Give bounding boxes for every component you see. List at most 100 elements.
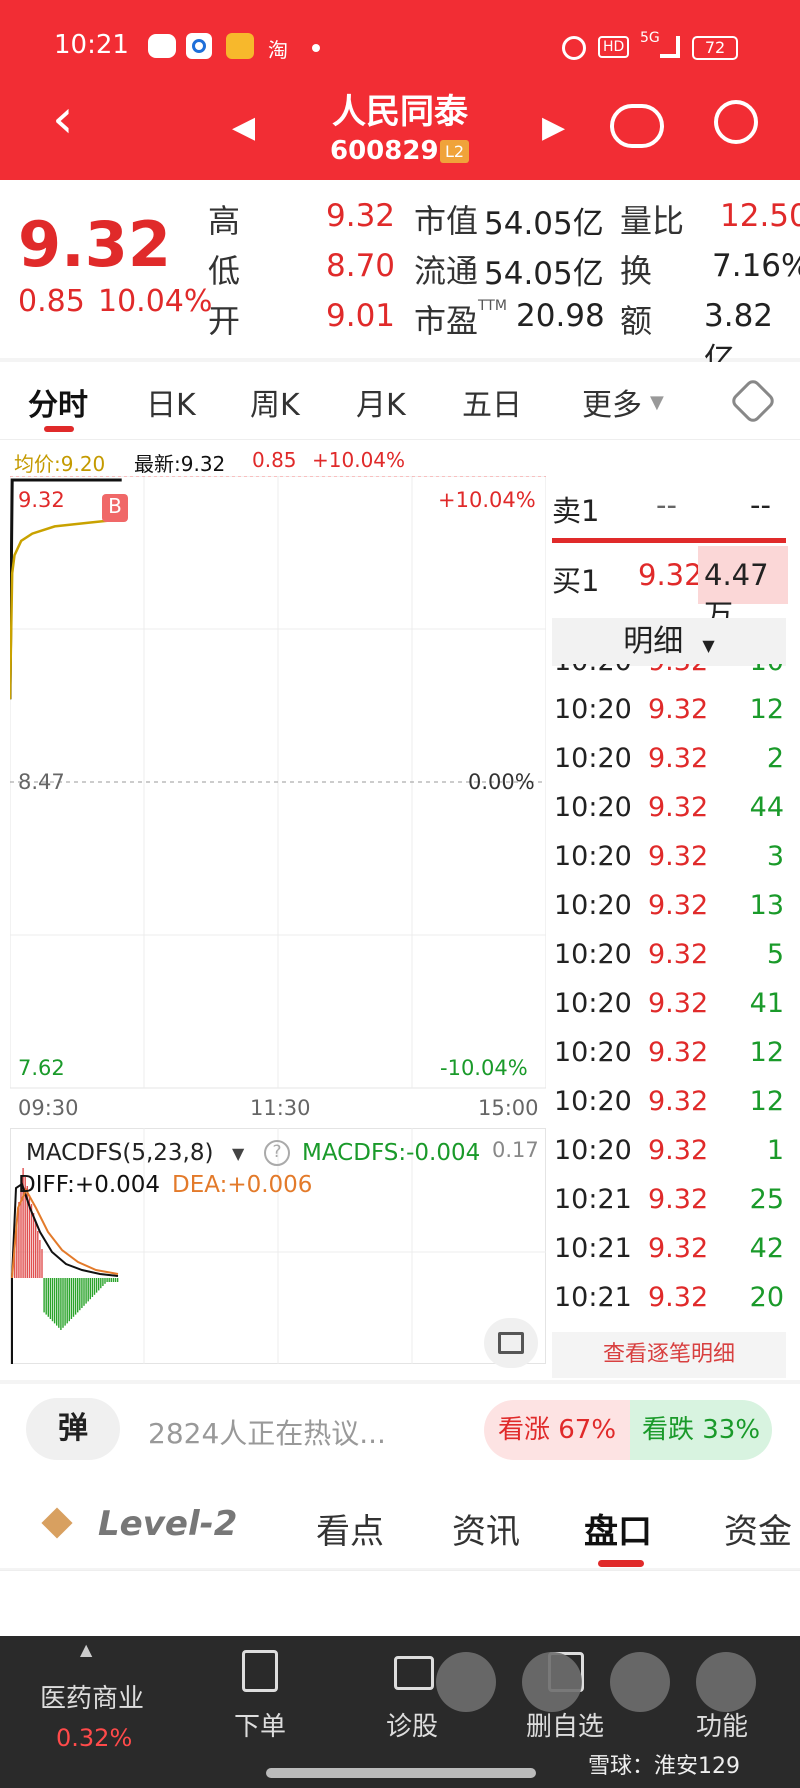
tab-orderbook[interactable]: 盘口: [584, 1504, 652, 1553]
tick-price: 9.32: [648, 1233, 709, 1264]
prev-stock-icon[interactable]: ◀: [232, 110, 255, 145]
chart-area: 均价:9.20 最新:9.32 0.85 +10.04% 9.32 B +10.…: [0, 440, 800, 1380]
price-axis-bottom: 7.62: [18, 1056, 65, 1080]
expand-icon[interactable]: [484, 1318, 538, 1368]
tick-price: 9.32: [648, 1037, 709, 1068]
bullish-label: 看涨 67%: [497, 1415, 617, 1445]
tab-highlights[interactable]: 看点: [316, 1504, 384, 1553]
back-icon[interactable]: ‹: [52, 92, 74, 146]
float-label: 流通: [414, 252, 479, 290]
tab-daily-k[interactable]: 日K: [146, 380, 196, 424]
robot-icon[interactable]: [610, 104, 664, 148]
chevron-down-icon: ▼: [232, 1144, 245, 1163]
tick-row: 10:20 9.32 1: [554, 1135, 784, 1184]
tab-intraday[interactable]: 分时: [28, 380, 88, 424]
help-icon[interactable]: ?: [264, 1140, 290, 1166]
tick-time: 10:20: [554, 694, 632, 725]
b-marker: B: [102, 494, 128, 522]
translate-icon[interactable]: [436, 1652, 496, 1712]
info-tabs: Level-2 看点 资讯 盘口 资金: [0, 1480, 800, 1568]
next-stock-icon[interactable]: ▶: [542, 110, 565, 145]
avg-price-line: [10, 517, 122, 700]
home-indicator[interactable]: [266, 1768, 536, 1778]
dot-icon: [312, 44, 320, 52]
danmu-button[interactable]: 弹: [26, 1398, 120, 1460]
macd-bar: [112, 1278, 115, 1282]
macd-bar: [98, 1278, 100, 1291]
macd-bar: [49, 1278, 52, 1319]
macd-bar: [66, 1278, 68, 1324]
macd-bar: [81, 1278, 83, 1308]
sell1-label: 卖1: [552, 494, 600, 528]
macd-bar: [106, 1278, 108, 1282]
stock-code: 600829: [330, 136, 439, 166]
macd-bar: [41, 1249, 43, 1278]
tab-funds[interactable]: 资金: [724, 1504, 792, 1553]
tab-weekly-k[interactable]: 周K: [250, 380, 300, 424]
tab-monthly-k[interactable]: 月K: [356, 380, 406, 424]
tick-time: 10:21: [554, 1282, 632, 1313]
bullish-button[interactable]: 看涨 67%: [484, 1400, 630, 1460]
more-icon[interactable]: [696, 1652, 756, 1712]
tick-volume: 20: [749, 1282, 784, 1313]
alarm-icon: [562, 36, 586, 60]
price-change: 0.85: [18, 284, 85, 319]
macd-bar: [58, 1278, 60, 1328]
macd-bar: [91, 1278, 94, 1297]
order-button[interactable]: 下单: [234, 1706, 286, 1743]
time-axis-mid: 11:30: [250, 1096, 311, 1120]
tab-news[interactable]: 资讯: [452, 1504, 520, 1553]
macd-bar: [83, 1278, 85, 1306]
mcap-value: 54.05亿: [484, 206, 604, 242]
tab-five-day[interactable]: 五日: [462, 380, 522, 424]
tab-more[interactable]: 更多: [582, 380, 642, 424]
l2-badge: L2: [440, 140, 470, 163]
intraday-chart[interactable]: [10, 476, 546, 1124]
signal-bars-icon: [660, 36, 680, 58]
bottom-tab-indicator: [598, 1560, 644, 1567]
tick-price: 9.32: [648, 1086, 709, 1117]
shop-icon: [226, 33, 254, 59]
tick-time: 10:20: [554, 1037, 632, 1068]
tick-time: 10:20: [554, 1135, 632, 1166]
bearish-button[interactable]: 看跌 33%: [630, 1400, 772, 1460]
diagnose-button[interactable]: 诊股: [386, 1706, 438, 1743]
danmu-label: 弹: [58, 1411, 88, 1446]
watermark: 雪球：淮安129: [588, 1754, 740, 1779]
current-price: 9.32: [18, 208, 171, 281]
tick-time: 10:20: [554, 890, 632, 921]
sector-name[interactable]: 医药商业: [40, 1678, 144, 1715]
signal-icon: 5G: [640, 30, 660, 46]
macd-bar: [93, 1278, 96, 1295]
search-icon[interactable]: [714, 100, 758, 144]
tab-level2[interactable]: Level-2: [98, 1504, 237, 1544]
download-icon[interactable]: [522, 1652, 582, 1712]
tick-row: 10:20 9.32 13: [554, 890, 784, 939]
pe-label: 市盈: [414, 302, 479, 340]
macd-value: MACDFS:-0.004: [302, 1140, 481, 1166]
content-placeholder: [0, 1570, 800, 1636]
macd-bar: [32, 1213, 35, 1278]
macd-bar: [95, 1278, 98, 1293]
time-axis-start: 09:30: [18, 1096, 79, 1120]
detail-toggle[interactable]: 明细 ▼: [552, 618, 786, 666]
settings-icon[interactable]: [728, 376, 778, 426]
grid-menu-icon[interactable]: [610, 1652, 670, 1712]
tick-price: 9.32: [648, 694, 709, 725]
discussion-text[interactable]: 2824人正在热议...: [148, 1412, 386, 1452]
macd-title[interactable]: MACDFS(5,23,8): [26, 1140, 213, 1166]
battery-icon: 72: [692, 36, 738, 60]
tick-price: 9.32: [648, 1135, 709, 1166]
price-axis-mid: 8.47: [18, 770, 65, 794]
chart-change: 0.85: [252, 448, 297, 472]
view-all-ticks-button[interactable]: 查看逐笔明细: [552, 1332, 786, 1378]
remove-watchlist-button[interactable]: 删自选: [526, 1706, 604, 1743]
macd-bar: [68, 1278, 70, 1322]
macd-bar: [85, 1278, 87, 1304]
macd-bar: [116, 1278, 119, 1282]
tick-volume: 41: [749, 988, 784, 1019]
tick-row: 10:20 9.32 10: [554, 664, 784, 690]
tick-price: 9.32: [648, 939, 709, 970]
tick-time: 10:20: [554, 939, 632, 970]
tick-volume: 44: [749, 792, 784, 823]
